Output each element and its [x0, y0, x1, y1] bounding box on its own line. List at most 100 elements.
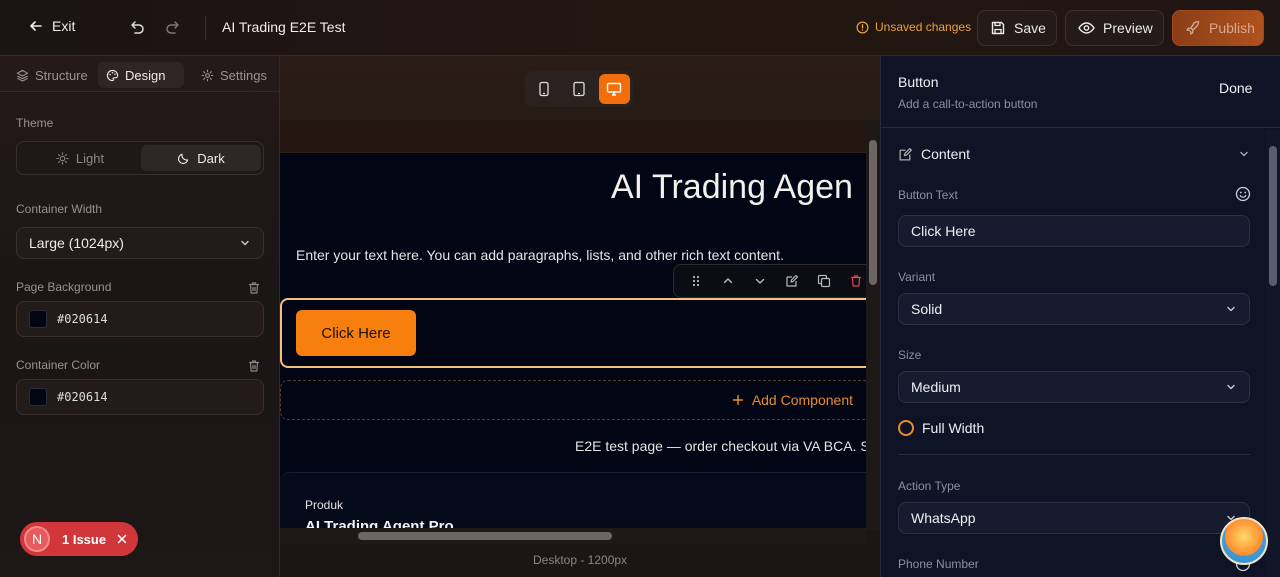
- exit-button[interactable]: Exit: [28, 18, 75, 34]
- cta-button[interactable]: Click Here: [296, 310, 416, 356]
- drag-handle-icon[interactable]: [682, 274, 710, 288]
- page-background-label: Page Background: [16, 280, 112, 294]
- container-color-label: Container Color: [16, 358, 101, 372]
- issues-badge[interactable]: N 1 Issue: [20, 522, 138, 556]
- edit-icon: [898, 147, 913, 162]
- theme-dark-option[interactable]: Dark: [141, 145, 261, 171]
- add-component-label: Add Component: [751, 392, 853, 408]
- theme-label: Theme: [16, 116, 54, 130]
- scrollbar-thumb[interactable]: [1269, 146, 1277, 286]
- full-width-label: Full Width: [922, 420, 985, 436]
- action-type-value: WhatsApp: [911, 510, 976, 526]
- close-icon[interactable]: [116, 533, 128, 545]
- chevron-up-icon[interactable]: [714, 274, 742, 288]
- panel-title: Button: [898, 74, 939, 90]
- content-section-toggle[interactable]: Content: [898, 146, 1250, 162]
- redo-icon[interactable]: [164, 18, 182, 36]
- action-type-select[interactable]: WhatsApp: [898, 502, 1250, 534]
- block-toolbar: [673, 264, 866, 298]
- device-switcher: [525, 71, 633, 107]
- tablet-device-button[interactable]: [563, 74, 594, 104]
- gear-icon: [201, 69, 214, 82]
- avatar: N: [24, 526, 50, 552]
- size-select[interactable]: Medium: [898, 371, 1250, 403]
- panel-scrollbar[interactable]: [1266, 130, 1280, 577]
- tab-design[interactable]: Design: [98, 62, 184, 88]
- issue-count-label: 1 Issue: [62, 531, 107, 547]
- theme-light-label: Light: [75, 150, 105, 166]
- preview-button[interactable]: Preview: [1065, 10, 1164, 46]
- desktop-device-button[interactable]: [598, 74, 630, 104]
- tab-structure[interactable]: Structure: [8, 62, 96, 88]
- undo-icon[interactable]: [128, 18, 146, 36]
- container-color-field[interactable]: #020614: [16, 379, 264, 415]
- phone-number-label: Phone Number: [898, 557, 979, 571]
- card-label: Produk: [305, 498, 344, 512]
- panel-tabs: Structure Design Settings: [0, 56, 280, 92]
- container-width-label: Container Width: [16, 202, 103, 216]
- full-width-checkbox[interactable]: [898, 420, 914, 436]
- canvas-horizontal-scrollbar[interactable]: [280, 528, 866, 544]
- variant-select[interactable]: Solid: [898, 293, 1250, 325]
- chevron-down-icon: [239, 237, 251, 249]
- editor-canvas: AI Trading Agen Enter your text here. Yo…: [280, 56, 880, 577]
- monitor-icon: [606, 81, 622, 97]
- alert-circle-icon: [856, 21, 869, 34]
- edit-icon[interactable]: [778, 274, 806, 288]
- tab-settings-label: Settings: [220, 67, 267, 83]
- chevron-down-icon[interactable]: [746, 274, 774, 288]
- size-label: Size: [898, 348, 922, 362]
- emoji-icon[interactable]: [1235, 186, 1251, 202]
- publish-button[interactable]: Publish: [1172, 10, 1264, 46]
- variant-value: Solid: [911, 301, 943, 317]
- trash-icon[interactable]: [247, 281, 261, 295]
- page-background-field[interactable]: #020614: [16, 301, 264, 337]
- rich-text-block[interactable]: Enter your text here. You can add paragr…: [296, 247, 784, 263]
- chevron-down-icon: [1238, 148, 1250, 160]
- chevron-down-icon: [1225, 381, 1237, 393]
- button-text-label: Button Text: [898, 188, 958, 202]
- rocket-icon: [1185, 20, 1201, 36]
- done-button[interactable]: Done: [1219, 80, 1252, 96]
- theme-dark-label: Dark: [197, 150, 225, 166]
- color-swatch[interactable]: [29, 310, 47, 328]
- properties-panel: Button Add a call-to-action button Done …: [880, 56, 1280, 577]
- panel-header: Button Add a call-to-action button Done: [881, 56, 1280, 128]
- size-value: Medium: [911, 379, 961, 395]
- exit-label: Exit: [52, 18, 76, 34]
- top-bar: Exit AI Trading E2E Test Unsaved changes…: [0, 0, 1280, 56]
- assistant-avatar-icon[interactable]: [1220, 517, 1268, 565]
- copy-icon[interactable]: [810, 274, 838, 288]
- phone-icon: [537, 81, 551, 97]
- unsaved-label: Unsaved changes: [875, 20, 972, 34]
- container-width-select[interactable]: Large (1024px): [16, 227, 264, 259]
- color-swatch[interactable]: [29, 388, 47, 406]
- canvas-vertical-scrollbar[interactable]: [866, 120, 880, 530]
- hero-heading[interactable]: AI Trading Agen: [611, 168, 853, 207]
- arrow-left-icon: [28, 18, 44, 34]
- plus-icon: [732, 394, 744, 406]
- chevron-down-icon: [1225, 303, 1237, 315]
- sun-icon: [56, 151, 69, 165]
- eye-icon: [1078, 20, 1095, 36]
- tablet-icon: [572, 81, 586, 97]
- text-block[interactable]: E2E test page — order checkout via VA BC…: [575, 438, 866, 454]
- full-width-toggle[interactable]: Full Width: [898, 420, 984, 436]
- button-text-input[interactable]: Click Here: [898, 215, 1250, 247]
- mobile-device-button[interactable]: [528, 74, 559, 104]
- delete-icon[interactable]: [842, 274, 866, 288]
- save-button[interactable]: Save: [977, 10, 1057, 46]
- tab-design-label: Design: [125, 67, 166, 83]
- trash-icon[interactable]: [247, 359, 261, 373]
- content-section-label: Content: [921, 146, 971, 162]
- scrollbar-thumb[interactable]: [358, 532, 612, 540]
- page-background-value: #020614: [57, 312, 108, 326]
- action-type-label: Action Type: [898, 479, 961, 493]
- divider: [205, 16, 206, 40]
- tab-structure-label: Structure: [35, 67, 88, 83]
- add-component-button[interactable]: Add Component: [280, 380, 866, 420]
- tab-settings[interactable]: Settings: [193, 62, 275, 88]
- theme-light-option[interactable]: Light: [20, 145, 140, 171]
- scrollbar-thumb[interactable]: [869, 140, 877, 285]
- viewport-label: Desktop - 1200px: [533, 553, 628, 567]
